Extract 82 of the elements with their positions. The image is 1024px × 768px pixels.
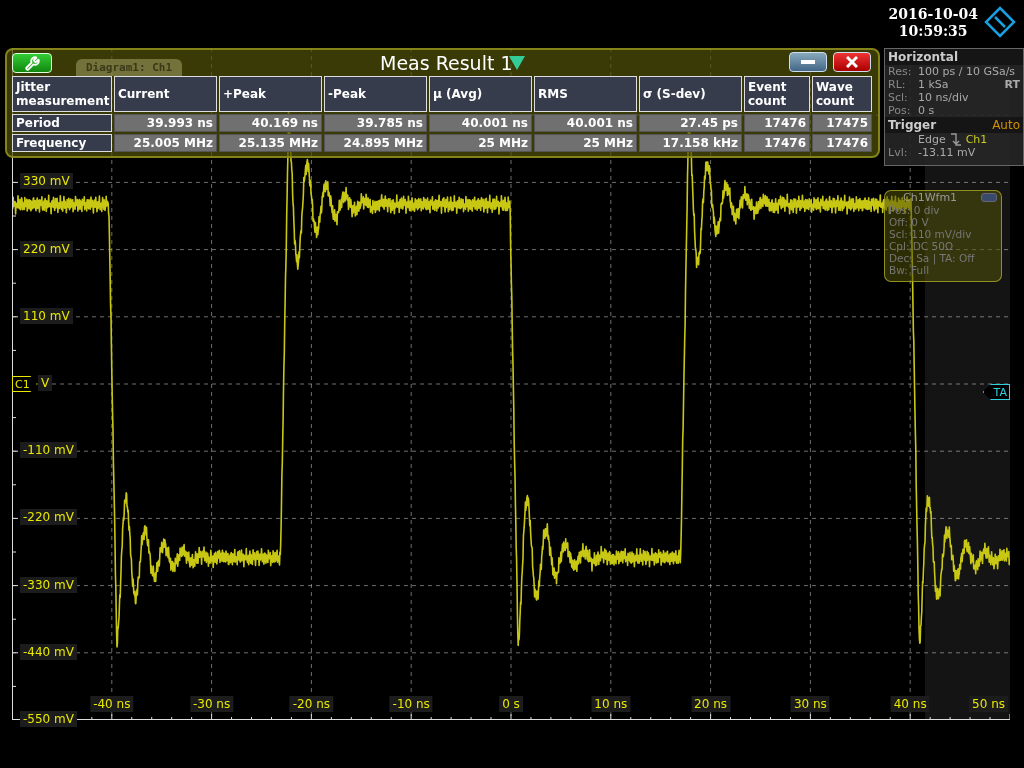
setting-label: RL: — [888, 78, 907, 91]
panel-title: Meas Result 1 — [380, 52, 513, 74]
setting-value: 100 ps / 10 GSa/s — [918, 65, 1016, 78]
table-cell: 39.785 ns — [324, 114, 427, 132]
trigger-mode: Auto — [992, 118, 1020, 132]
trigger-type: Edge — [918, 133, 946, 146]
logo-icon — [984, 6, 1016, 38]
row-label: Period — [12, 114, 112, 132]
x-axis-label: 50 ns — [969, 696, 1008, 712]
table-cell: 39.993 ns — [114, 114, 217, 132]
y-axis-label: -220 mV — [20, 509, 77, 526]
y-axis-label: -110 mV — [20, 442, 77, 459]
setting-value: -13.11 mV — [918, 146, 976, 159]
time-text: 10:59:35 — [898, 23, 968, 40]
close-icon — [846, 56, 858, 68]
column-header: Event count — [744, 76, 810, 112]
y-axis-label: 110 mV — [20, 307, 73, 324]
channel-setting: Cpl: DC 50Ω — [889, 240, 954, 252]
wrench-button[interactable] — [12, 53, 52, 73]
column-header: -Peak — [324, 76, 427, 112]
x-axis-label: -10 ns — [389, 696, 433, 712]
table-cell: 17476 — [744, 134, 810, 152]
mode-text: RT — [1004, 78, 1020, 91]
y-axis-label: -440 mV — [20, 643, 77, 660]
column-header: σ (S-dev) — [639, 76, 742, 112]
column-header: Wave count — [812, 76, 872, 112]
column-header: Jitter measurement — [12, 76, 112, 112]
column-header: Current — [114, 76, 217, 112]
setting-label: Pos: — [888, 104, 912, 117]
table-cell: 17.158 kHz — [639, 134, 742, 152]
wrench-icon — [24, 55, 40, 71]
date-text: 2016-10-04 — [888, 6, 978, 23]
trigger-marker: TA — [982, 384, 1010, 400]
channel-marker: C1 — [12, 376, 37, 392]
x-axis-label: 30 ns — [790, 696, 830, 712]
panel-title: Ch1Wfm1 — [903, 191, 958, 204]
table-cell: 24.895 MHz — [324, 134, 427, 152]
x-axis-label: -30 ns — [189, 696, 234, 712]
section-title: Horizontal — [888, 50, 959, 64]
table-cell: 25.135 MHz — [219, 134, 322, 152]
close-button[interactable] — [833, 52, 871, 72]
column-header: +Peak — [219, 76, 322, 112]
row-label: Frequency — [12, 134, 112, 152]
x-axis-label: 10 ns — [591, 696, 631, 712]
x-axis-label: 20 ns — [691, 696, 731, 712]
minimize-icon — [801, 60, 815, 64]
column-header: RMS — [534, 76, 637, 112]
setting-label: Lvl: — [888, 146, 909, 159]
table-cell: 25 MHz — [534, 134, 637, 152]
table-cell: 17475 — [812, 114, 872, 132]
setting-value: 0 s — [918, 104, 935, 117]
falling-edge-icon — [949, 133, 962, 146]
table-cell: 25.005 MHz — [114, 134, 217, 152]
section-title: Trigger — [888, 118, 937, 132]
table-cell: 17476 — [744, 114, 810, 132]
x-axis-label: 40 ns — [890, 696, 930, 712]
x-axis-label: -20 ns — [289, 696, 334, 712]
trigger-source: Ch1 — [965, 133, 988, 146]
y-axis-label: -330 mV — [20, 576, 77, 593]
table-cell: 40.001 ns — [429, 114, 532, 132]
channel-setting: Off: 0 V — [889, 216, 930, 228]
x-axis-label: 0 s — [499, 696, 523, 712]
y-axis-label: 330 mV — [20, 173, 73, 190]
setting-label: Scl: — [888, 91, 909, 104]
table-cell: 27.45 ps — [639, 114, 742, 132]
channel-setting: Pos: 0 div — [889, 204, 941, 216]
setting-value: 1 kSa — [918, 78, 949, 91]
table-cell: 40.169 ns — [219, 114, 322, 132]
dropdown-icon[interactable] — [509, 56, 525, 70]
table-cell: 40.001 ns — [534, 114, 637, 132]
y-axis-label: 220 mV — [20, 240, 73, 257]
setting-value: 10 ns/div — [918, 91, 969, 104]
diagram-tab[interactable]: Diagram1: Ch1 — [76, 58, 183, 76]
y-axis-label: -550 mV — [20, 711, 77, 727]
table-cell: 17476 — [812, 134, 872, 152]
channel-setting: Scl: 110 mV/div — [889, 228, 973, 240]
column-header: μ (Avg) — [429, 76, 532, 112]
x-axis-label: -40 ns — [90, 696, 134, 712]
setting-label: Res: — [888, 65, 913, 78]
y-axis-label: V — [38, 375, 53, 391]
table-cell: 25 MHz — [429, 134, 532, 152]
channel-setting: Dec: Sa | TA: Off — [889, 252, 976, 264]
